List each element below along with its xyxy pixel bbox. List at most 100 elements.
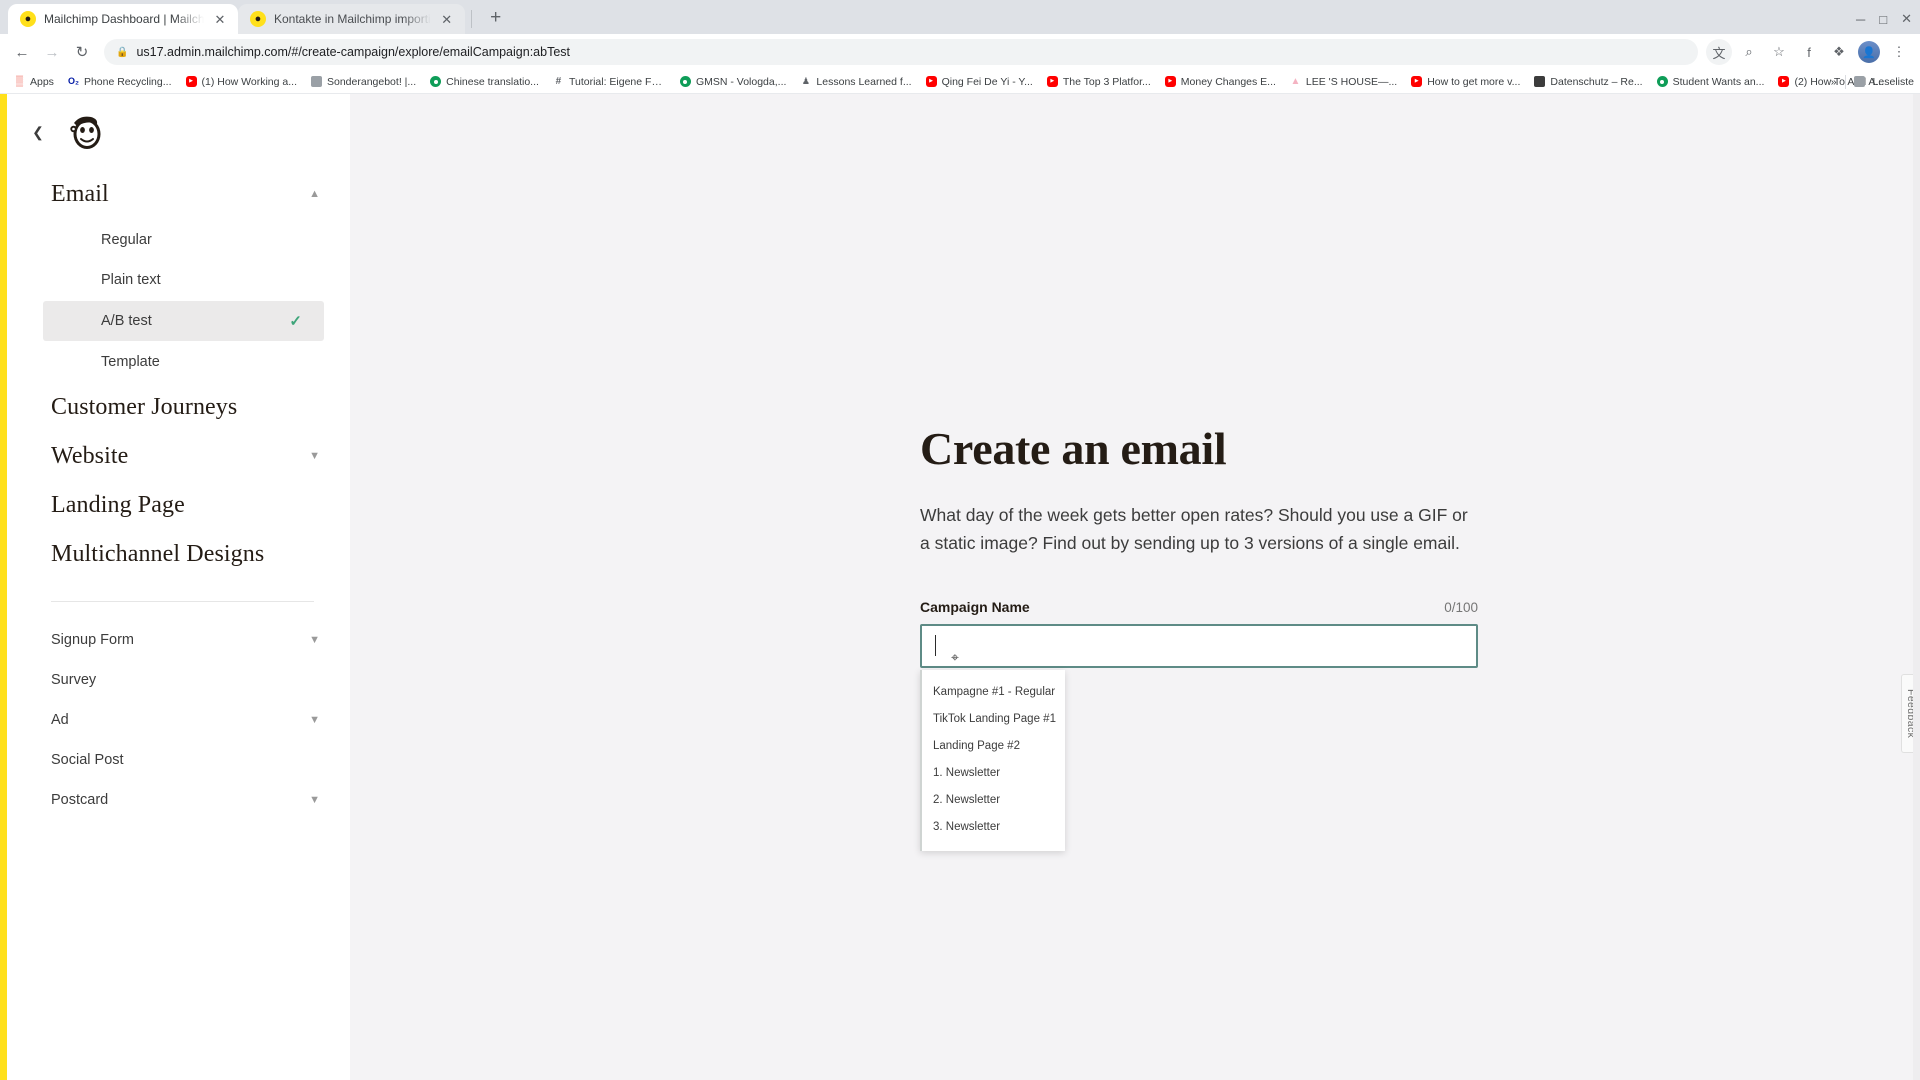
- close-tab-1-icon[interactable]: ✕: [212, 11, 228, 27]
- sidebar-item-label: Survey: [51, 672, 97, 688]
- sidebar-item-label: Regular: [101, 232, 152, 248]
- sidebar-nav: Email ▲ Regular Plain text A/B test ✓ Te…: [7, 158, 350, 820]
- youtube-icon: [185, 76, 197, 87]
- translate-icon[interactable]: 文: [1706, 39, 1732, 65]
- bookmark-label: (1) How Working a...: [201, 75, 298, 88]
- sidebar-item-label: Plain text: [101, 272, 161, 288]
- browser-tab-2[interactable]: ● Kontakte in Mailchimp importi ✕: [238, 4, 465, 34]
- suggestion-item[interactable]: Landing Page #2: [922, 733, 1065, 760]
- site-icon: [311, 76, 322, 87]
- bookmark-item[interactable]: ▲ LEE 'S HOUSE—...: [1284, 74, 1403, 90]
- chevron-down-icon[interactable]: ▼: [309, 714, 320, 726]
- browser-tab-2-title: Kontakte in Mailchimp importi: [274, 12, 431, 26]
- bookmark-item[interactable]: Money Changes E...: [1159, 74, 1282, 90]
- youtube-icon: [1411, 76, 1423, 87]
- sidebar-header: ❮: [7, 94, 350, 158]
- sidebar-item-social-post[interactable]: Social Post: [7, 740, 350, 780]
- sidebar-item-survey[interactable]: Survey: [7, 660, 350, 700]
- extensions-puzzle-icon[interactable]: ❖: [1826, 39, 1852, 65]
- chevron-down-icon[interactable]: ▼: [309, 451, 320, 462]
- bookmark-label: GMSN - Vologda,...: [695, 75, 787, 88]
- window-close-icon[interactable]: ✕: [1901, 11, 1912, 27]
- close-tab-2-icon[interactable]: ✕: [439, 11, 455, 27]
- bookmark-star-icon[interactable]: ☆: [1766, 39, 1792, 65]
- sidebar: ❮ Email ▲ Regular Plain text A/B test ✓ …: [7, 94, 350, 1080]
- bookmark-label: Apps: [30, 75, 54, 88]
- suggestion-item[interactable]: 1. Newsletter: [922, 760, 1065, 787]
- chevron-down-icon[interactable]: ▼: [309, 634, 320, 646]
- sidebar-group-website[interactable]: Website ▼: [7, 432, 350, 481]
- bookmark-item[interactable]: Sonderangebot! |...: [305, 74, 422, 90]
- window-maximize-icon[interactable]: □: [1879, 12, 1887, 27]
- bookmark-label: Money Changes E...: [1180, 75, 1276, 88]
- browser-tab-1[interactable]: ● Mailchimp Dashboard | Mailch ✕: [8, 4, 238, 34]
- youtube-icon: [1046, 76, 1058, 87]
- bookmark-item[interactable]: # Tutorial: Eigene Fa...: [547, 74, 672, 90]
- zoom-icon[interactable]: ⌕: [1736, 39, 1762, 65]
- bookmark-item[interactable]: ▒ Apps: [8, 74, 60, 90]
- browser-toolbar: ← → ↻ 🔒 us17.admin.mailchimp.com/#/creat…: [0, 34, 1920, 70]
- profile-avatar[interactable]: 👤: [1856, 39, 1882, 65]
- reload-button[interactable]: ↻: [68, 38, 96, 66]
- bookmark-item[interactable]: ♟ Lessons Learned f...: [794, 74, 917, 90]
- bookmark-item[interactable]: Qing Fei De Yi - Y...: [920, 74, 1039, 90]
- sidebar-item-label: A/B test: [101, 313, 152, 329]
- person-icon: ♟: [801, 76, 810, 86]
- back-button[interactable]: ←: [8, 38, 36, 66]
- campaign-name-suggestions[interactable]: Kampagne #1 - Regular TikTok Landing Pag…: [920, 670, 1065, 851]
- bookmark-item[interactable]: Datenschutz – Re...: [1528, 74, 1648, 90]
- bookmark-label: Student Wants an...: [1672, 75, 1765, 88]
- bookmark-item[interactable]: Chinese translatio...: [424, 74, 545, 90]
- address-bar[interactable]: 🔒 us17.admin.mailchimp.com/#/create-camp…: [104, 39, 1698, 65]
- bookmark-item[interactable]: (1) How Working a...: [180, 74, 304, 90]
- browser-tab-1-title: Mailchimp Dashboard | Mailch: [44, 12, 204, 26]
- text-caret: [935, 635, 936, 657]
- bookmark-item[interactable]: O₂ Phone Recycling...: [62, 74, 178, 90]
- chevron-left-icon[interactable]: ❮: [27, 121, 49, 143]
- suggestion-item[interactable]: 2. Newsletter: [922, 787, 1065, 814]
- bookmarks-overflow-button[interactable]: »: [1831, 76, 1837, 88]
- sidebar-group-email[interactable]: Email ▲: [7, 170, 350, 219]
- facebook-extension-icon[interactable]: f: [1796, 39, 1822, 65]
- bookmark-item[interactable]: GMSN - Vologda,...: [674, 74, 792, 90]
- green-dot-icon: [1656, 76, 1668, 87]
- sidebar-group-title: Multichannel Designs: [51, 541, 265, 567]
- bookmarks-bar-right: » Leseliste: [1831, 74, 1914, 89]
- forward-button[interactable]: →: [38, 38, 66, 66]
- page-scrollbar-track[interactable]: [1913, 94, 1920, 1080]
- dark-site-icon: [1534, 76, 1546, 87]
- main-content: Create an email What day of the week get…: [350, 94, 1920, 1080]
- green-dot-icon: [679, 76, 691, 87]
- bookmark-item[interactable]: The Top 3 Platfor...: [1041, 74, 1157, 90]
- new-tab-button[interactable]: +: [482, 4, 510, 32]
- bookmark-item[interactable]: Student Wants an...: [1651, 74, 1771, 90]
- reading-list-icon: [1853, 76, 1865, 87]
- sidebar-item-label: Social Post: [51, 752, 124, 768]
- youtube-icon: [925, 76, 937, 87]
- sidebar-group-multichannel-designs[interactable]: Multichannel Designs: [7, 530, 350, 579]
- page-description: What day of the week gets better open ra…: [920, 504, 1468, 553]
- suggestion-item[interactable]: Kampagne #1 - Regular: [922, 679, 1065, 706]
- mailchimp-favicon-icon: ●: [20, 11, 36, 27]
- chevron-up-icon[interactable]: ▲: [309, 189, 320, 200]
- check-icon: ✓: [289, 313, 302, 330]
- sidebar-item-plain-text[interactable]: Plain text: [43, 261, 324, 299]
- sidebar-item-template[interactable]: Template: [43, 343, 324, 381]
- sidebar-item-postcard[interactable]: Postcard ▼: [7, 780, 350, 820]
- apps-grid-icon: ▒: [15, 75, 24, 87]
- sidebar-group-landing-page[interactable]: Landing Page: [7, 481, 350, 530]
- chrome-menu-icon[interactable]: ⋮: [1886, 39, 1912, 65]
- sidebar-item-regular[interactable]: Regular: [43, 221, 324, 259]
- suggestion-item[interactable]: TikTok Landing Page #1: [922, 706, 1065, 733]
- sidebar-item-signup-form[interactable]: Signup Form ▼: [7, 620, 350, 660]
- suggestion-item[interactable]: 3. Newsletter: [922, 814, 1065, 841]
- sidebar-item-ad[interactable]: Ad ▼: [7, 700, 350, 740]
- window-minimize-icon[interactable]: ─: [1856, 12, 1865, 27]
- campaign-name-input[interactable]: [920, 624, 1478, 669]
- reading-list-button[interactable]: Leseliste: [1873, 76, 1914, 88]
- bookmark-item[interactable]: How to get more v...: [1405, 74, 1526, 90]
- sidebar-group-customer-journeys[interactable]: Customer Journeys: [7, 383, 350, 432]
- bookmark-label: Qing Fei De Yi - Y...: [941, 75, 1033, 88]
- chevron-down-icon[interactable]: ▼: [309, 794, 320, 806]
- sidebar-item-ab-test[interactable]: A/B test ✓: [43, 301, 324, 341]
